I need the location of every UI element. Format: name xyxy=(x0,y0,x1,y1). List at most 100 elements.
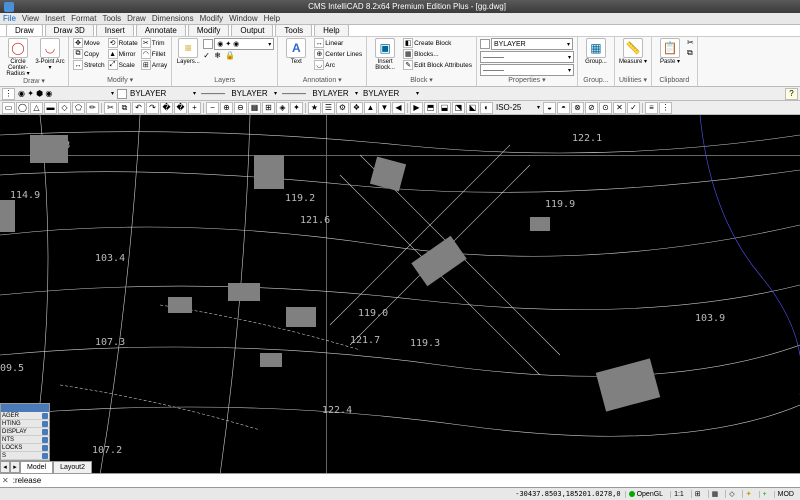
layers-button[interactable]: ≡Layers... xyxy=(175,38,201,65)
palette-item[interactable]: DISPLAY xyxy=(1,428,49,436)
mirror-button[interactable]: ▲Mirror xyxy=(107,49,139,59)
copy-clip-icon[interactable]: ⧉ xyxy=(687,48,694,58)
tab-prev[interactable]: ◂ xyxy=(0,461,10,473)
tb-plotstyle[interactable]: BYLAYER▾ xyxy=(361,88,421,99)
toolbar-button[interactable]: ⬠ xyxy=(72,102,85,114)
palette-item[interactable]: AGER xyxy=(1,412,49,420)
tb-color[interactable] xyxy=(117,89,127,99)
toolbar-button[interactable]: ✦ xyxy=(290,102,303,114)
trim-button[interactable]: ✂Trim xyxy=(140,38,169,48)
toolbar-button[interactable]: ⚙ xyxy=(336,102,349,114)
tab-draw3d[interactable]: Draw 3D xyxy=(45,24,94,36)
toolbar-button[interactable]: ◐ xyxy=(480,102,493,114)
status-opengl[interactable]: OpenGL xyxy=(625,491,666,498)
blocks-button[interactable]: ▦Blocks... xyxy=(402,49,473,59)
toolbar-button[interactable]: ⬓ xyxy=(438,102,451,114)
tb-bylayer-1[interactable]: BYLAYER▾ xyxy=(128,88,198,99)
toolbar-button[interactable]: ★ xyxy=(308,102,321,114)
status-polar[interactable]: ✦ xyxy=(742,490,755,498)
toolbar-button[interactable]: ✓ xyxy=(627,102,640,114)
menu-modify[interactable]: Modify xyxy=(200,14,224,23)
toolbar-button[interactable]: ☰ xyxy=(322,102,335,114)
toolbar-button[interactable]: ✕ xyxy=(613,102,626,114)
toolbar-button[interactable]: + xyxy=(188,102,201,114)
tb-help[interactable]: ? xyxy=(785,88,798,100)
command-line[interactable]: ✕ : release xyxy=(0,473,800,487)
text-button[interactable]: AText xyxy=(281,38,311,65)
toolbar-button[interactable]: ▭ xyxy=(2,102,15,114)
menu-file[interactable]: File xyxy=(3,14,16,23)
toolbar-button[interactable]: ≡ xyxy=(645,102,658,114)
status-snap[interactable]: ⊞ xyxy=(691,490,704,498)
cmd-close-icon[interactable]: ✕ xyxy=(2,476,9,485)
tab-model[interactable]: Model xyxy=(20,461,53,473)
tab-layout2[interactable]: Layout2 xyxy=(53,461,92,473)
status-scale[interactable]: 1:1 xyxy=(670,491,687,498)
lineweight-combo[interactable]: ———▾ xyxy=(480,64,574,76)
move-button[interactable]: ✥Move xyxy=(72,38,106,48)
toolbar-button[interactable]: ⊞ xyxy=(262,102,275,114)
toolbar-button[interactable]: ⧉ xyxy=(118,102,131,114)
toolbar-button[interactable]: ⬔ xyxy=(452,102,465,114)
toolbar-button[interactable]: ▦ xyxy=(248,102,261,114)
tab-help[interactable]: Help xyxy=(314,24,348,36)
status-osnap[interactable]: + xyxy=(759,491,770,498)
menu-view[interactable]: View xyxy=(22,14,39,23)
palette-item[interactable]: HTING xyxy=(1,420,49,428)
palette-item[interactable]: LOCKS xyxy=(1,444,49,452)
rotate-button[interactable]: ⟲Rotate xyxy=(107,38,139,48)
status-grid[interactable]: ▦ xyxy=(708,490,722,498)
arc-dim-button[interactable]: ◡Arc xyxy=(313,60,363,70)
toolbar-button[interactable]: ◓ xyxy=(557,102,570,114)
palette-item[interactable]: S xyxy=(1,452,49,460)
tool-palette[interactable]: AGERHTINGDISPLAYNTSLOCKSS xyxy=(0,403,50,461)
menu-draw[interactable]: Draw xyxy=(127,14,146,23)
layer-color-swatch[interactable] xyxy=(203,39,213,49)
circle-button[interactable]: ◯Circle Center-Radius ▾ xyxy=(3,38,33,77)
centerlines-button[interactable]: ⊕Center Lines xyxy=(313,49,363,59)
tab-annotate[interactable]: Annotate xyxy=(136,24,186,36)
menu-tools[interactable]: Tools xyxy=(102,14,121,23)
menu-dimensions[interactable]: Dimensions xyxy=(152,14,194,23)
tab-modify[interactable]: Modify xyxy=(188,24,230,36)
paste-button[interactable]: 📋Paste ▾ xyxy=(655,38,685,65)
toolbar-button[interactable]: ◀ xyxy=(392,102,405,114)
toolbar-button[interactable]: − xyxy=(206,102,219,114)
layer-lock-icon[interactable]: 🔒 xyxy=(225,51,235,61)
palette-header[interactable] xyxy=(1,404,49,412)
toolbar-button[interactable]: ▼ xyxy=(378,102,391,114)
menu-insert[interactable]: Insert xyxy=(45,14,65,23)
measure-button[interactable]: 📏Measure ▾ xyxy=(618,38,648,65)
stretch-button[interactable]: ↔Stretch xyxy=(72,60,106,70)
toolbar-button[interactable]: ▲ xyxy=(364,102,377,114)
toolbar-button[interactable]: ↶ xyxy=(132,102,145,114)
arc-button[interactable]: ◡3-Point Arc ▾ xyxy=(35,38,65,71)
toolbar-button[interactable]: � xyxy=(160,102,173,114)
toolbar-button[interactable]: ↷ xyxy=(146,102,159,114)
toolbar-button[interactable]: ⊖ xyxy=(234,102,247,114)
toolbar-button[interactable]: ▶ xyxy=(410,102,423,114)
toolbar-button[interactable]: ⊗ xyxy=(571,102,584,114)
toolbar-button[interactable]: � xyxy=(174,102,187,114)
toolbar-button[interactable]: ◯ xyxy=(16,102,29,114)
cut-icon[interactable]: ✂ xyxy=(687,38,694,47)
layer-freeze-icon[interactable]: ❄ xyxy=(214,51,224,61)
toolbar-button[interactable]: ◇ xyxy=(58,102,71,114)
color-combo[interactable]: BYLAYER▾ xyxy=(491,38,573,50)
fillet-button[interactable]: ◠Fillet xyxy=(140,49,169,59)
copy-button[interactable]: ⧉Copy xyxy=(72,49,106,59)
edit-attrs-button[interactable]: ✎Edit Block Attributes xyxy=(402,60,473,70)
toolbar-button[interactable]: ❖ xyxy=(350,102,363,114)
status-ortho[interactable]: ◇ xyxy=(725,490,737,498)
toolbar-button[interactable]: ✏ xyxy=(86,102,99,114)
toolbar-button[interactable]: ⬕ xyxy=(466,102,479,114)
insert-block-button[interactable]: ▣Insert Block... xyxy=(370,38,400,71)
tab-insert[interactable]: Insert xyxy=(96,24,134,36)
toolbar-button[interactable]: ⊕ xyxy=(220,102,233,114)
dimstyle-combo[interactable]: ISO-25▾ xyxy=(494,102,542,113)
tab-tools[interactable]: Tools xyxy=(275,24,312,36)
menu-window[interactable]: Window xyxy=(229,14,257,23)
scale-button[interactable]: ⤢Scale xyxy=(107,60,139,70)
tab-draw[interactable]: Draw xyxy=(6,24,43,36)
layer-combo[interactable]: ◉ ✦ ◉▾ xyxy=(214,38,274,50)
